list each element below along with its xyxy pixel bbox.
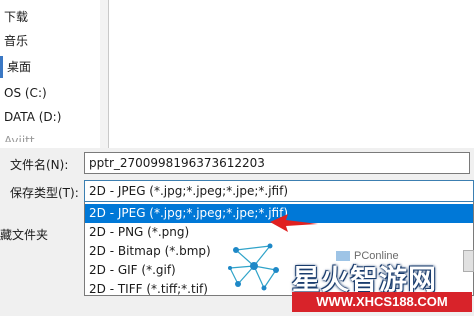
nav-item-label: 音乐 [4,34,29,48]
brand-logo-icon [228,243,279,291]
nav-item-label: 桌面 [7,60,32,74]
nav-item-desktop[interactable]: 桌面 [0,56,31,78]
nav-item-label: Ayjitt [4,134,35,142]
hide-folders-toggle[interactable]: 藏文件夹 [0,226,48,243]
filename-field[interactable]: pptr_2700998196373612203 [84,152,470,174]
nav-item-network[interactable]: Ayjitt [4,132,35,142]
red-arrow-icon [270,214,318,232]
file-type-select[interactable]: 2D - JPEG (*.jpg;*.jpeg;*.jpe;*.jfif) [84,180,474,202]
file-type-label: 保存类型(T): [10,186,79,200]
nav-scrollbar[interactable] [100,0,108,148]
nav-item-label: DATA (D:) [4,110,62,124]
nav-item-downloads[interactable]: 下载 [4,6,28,28]
brand-watermark-url: WWW.XHCS188.COM [292,292,472,312]
nav-item-music[interactable]: 音乐 [4,30,28,52]
nav-item-label: 下载 [4,10,29,24]
dialog-button-edge[interactable] [463,250,474,272]
filename-label: 文件名(N): [10,158,69,172]
nav-item-os-c[interactable]: OS (C:) [4,82,47,104]
nav-item-data-d[interactable]: DATA (D:) [4,106,61,128]
navigation-pane: 下载 音乐 桌面 OS (C:) DATA (D:) Ayjitt [0,0,109,148]
nav-item-label: OS (C:) [4,86,47,100]
